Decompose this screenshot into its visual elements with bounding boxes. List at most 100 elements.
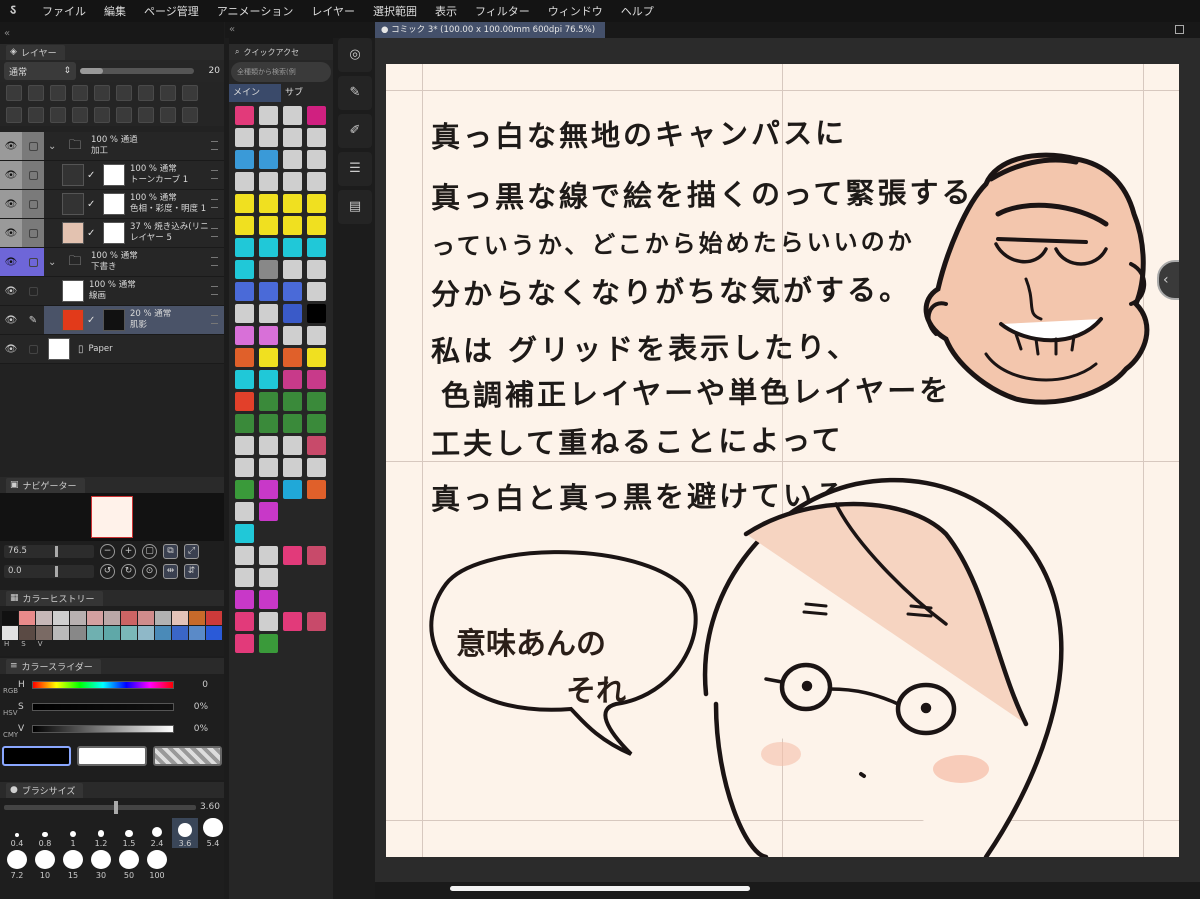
sub-color-box[interactable]: [77, 746, 147, 766]
layer-lock-toggle[interactable]: [22, 219, 44, 247]
brush-size-tab[interactable]: ● ブラシサイズ: [6, 782, 84, 798]
layer-lock-toggle[interactable]: [22, 161, 44, 189]
main-color-box[interactable]: [2, 746, 72, 766]
eye-icon[interactable]: 👁: [0, 248, 22, 276]
hue-slider[interactable]: [32, 681, 174, 689]
tool-icon[interactable]: [259, 194, 278, 213]
clip-studio-logo-icon[interactable]: ऽ: [10, 3, 28, 19]
tool-icon[interactable]: [307, 282, 326, 301]
zoom-in-icon[interactable]: +: [121, 543, 136, 559]
brush-size-preset[interactable]: 0.4: [4, 818, 30, 848]
tool-icon[interactable]: [283, 304, 302, 323]
menu-help[interactable]: ヘルプ: [621, 3, 654, 19]
editing-pen-icon[interactable]: ✎: [22, 306, 44, 334]
color-swatch[interactable]: [121, 611, 137, 625]
tool-icon[interactable]: [307, 128, 326, 147]
color-swatch[interactable]: [2, 611, 18, 625]
brush-size-preset[interactable]: 15: [60, 850, 86, 880]
tool-icon[interactable]: [307, 392, 326, 411]
tool-icon[interactable]: [307, 458, 326, 477]
tool-icon[interactable]: [235, 568, 254, 587]
brush-size-preset[interactable]: 1: [60, 818, 86, 848]
apply-mask-icon[interactable]: [160, 107, 176, 123]
fit-navigator-icon[interactable]: ⤢: [184, 543, 199, 559]
new-folder-icon[interactable]: [50, 85, 66, 101]
color-swatch[interactable]: [53, 626, 69, 640]
menu-file[interactable]: ファイル: [42, 3, 86, 19]
layer-menu-icon[interactable]: [211, 286, 218, 295]
new-raster-layer-icon[interactable]: [6, 85, 22, 101]
merge-down-icon[interactable]: [50, 107, 66, 123]
brush-size-slider[interactable]: [4, 800, 196, 814]
fit-to-window-icon[interactable]: ⧉: [163, 543, 178, 559]
tool-icon[interactable]: [307, 326, 326, 345]
tool-icon[interactable]: [283, 106, 302, 125]
tool-icon[interactable]: [235, 458, 254, 477]
tool-icon[interactable]: [307, 172, 326, 191]
layer-menu-icon[interactable]: [211, 228, 218, 237]
home-indicator[interactable]: [450, 886, 750, 891]
canvas-page[interactable]: 真っ白な無地のキャンパスに 真っ黒な線で絵を描くのって緊張する っていうか、どこ…: [386, 64, 1179, 857]
blend-mode-select[interactable]: 通常 ⇕: [4, 62, 76, 80]
tool-icon[interactable]: [259, 238, 278, 257]
tool-icon[interactable]: [235, 128, 254, 147]
brush-size-preset[interactable]: 2.4: [144, 818, 170, 848]
tool-icon[interactable]: [283, 260, 302, 279]
brush-size-preset[interactable]: 5.4: [200, 818, 226, 848]
document-tab[interactable]: ● コミック 3* (100.00 x 100.00mm 600dpi 76.5…: [375, 22, 605, 38]
color-swatch[interactable]: [104, 626, 120, 640]
menu-window[interactable]: ウィンドウ: [548, 3, 603, 19]
tool-icon[interactable]: [283, 216, 302, 235]
tool-icon[interactable]: [259, 436, 278, 455]
brush-size-preset[interactable]: 30: [88, 850, 114, 880]
rotation-field[interactable]: 0.0: [4, 564, 94, 578]
tool-icon[interactable]: [307, 304, 326, 323]
color-swatch[interactable]: [104, 611, 120, 625]
tool-icon[interactable]: [235, 502, 254, 521]
tool-icon[interactable]: [235, 392, 254, 411]
color-history-tab[interactable]: ▦ カラーヒストリー: [6, 590, 103, 606]
quick-access-search[interactable]: 全種類から検索(例: [231, 62, 331, 82]
color-swatch[interactable]: [87, 611, 103, 625]
tool-icon[interactable]: [235, 370, 254, 389]
tool-icon[interactable]: [283, 194, 302, 213]
layers-icon[interactable]: ▤: [338, 190, 372, 224]
tool-icon[interactable]: [235, 216, 254, 235]
layer-row[interactable]: 👁 ✓ 37 % 焼き込み(リニ レイヤー 5: [0, 219, 224, 248]
brush-size-preset[interactable]: 1.2: [88, 818, 114, 848]
color-swatch[interactable]: [172, 626, 188, 640]
tab-sub[interactable]: サブ: [281, 84, 333, 102]
rotate-left-icon[interactable]: ↺: [100, 563, 115, 579]
tool-icon[interactable]: [235, 150, 254, 169]
color-swatch[interactable]: [36, 611, 52, 625]
chevron-down-icon[interactable]: ⌄: [48, 257, 60, 268]
eye-icon[interactable]: 👁: [0, 306, 22, 334]
draft-layer-icon[interactable]: [138, 85, 154, 101]
eye-icon[interactable]: 👁: [0, 277, 22, 305]
menu-view[interactable]: 表示: [435, 3, 457, 19]
layer-lock-toggle[interactable]: [22, 335, 44, 363]
menu-page[interactable]: ページ管理: [144, 3, 199, 19]
tool-icon[interactable]: [259, 370, 278, 389]
zoom-slider-knob[interactable]: [55, 545, 58, 557]
color-swatch[interactable]: [121, 626, 137, 640]
layer-row[interactable]: 👁 100 % 通常 線画: [0, 277, 224, 306]
layer-tab[interactable]: ◈ レイヤー: [6, 44, 65, 60]
tool-icon[interactable]: [235, 436, 254, 455]
layer-row[interactable]: 👁 ✓ 100 % 通常 トーンカーブ 1: [0, 161, 224, 190]
tool-icon[interactable]: [259, 502, 278, 521]
rotate-right-icon[interactable]: ↻: [121, 563, 136, 579]
saturation-slider[interactable]: [32, 703, 174, 711]
tool-icon[interactable]: [259, 480, 278, 499]
tab-main[interactable]: メイン: [229, 84, 281, 102]
brush-size-preset[interactable]: 10: [32, 850, 58, 880]
color-swatch[interactable]: [138, 626, 154, 640]
panel-collapse-right[interactable]: «: [225, 22, 375, 38]
maximize-icon[interactable]: [1175, 25, 1184, 34]
tool-icon[interactable]: [259, 106, 278, 125]
tool-icon[interactable]: [307, 480, 326, 499]
color-swatch[interactable]: [70, 611, 86, 625]
tool-icon[interactable]: [235, 106, 254, 125]
opacity-slider[interactable]: [80, 68, 194, 74]
transfer-down-icon[interactable]: [72, 107, 88, 123]
